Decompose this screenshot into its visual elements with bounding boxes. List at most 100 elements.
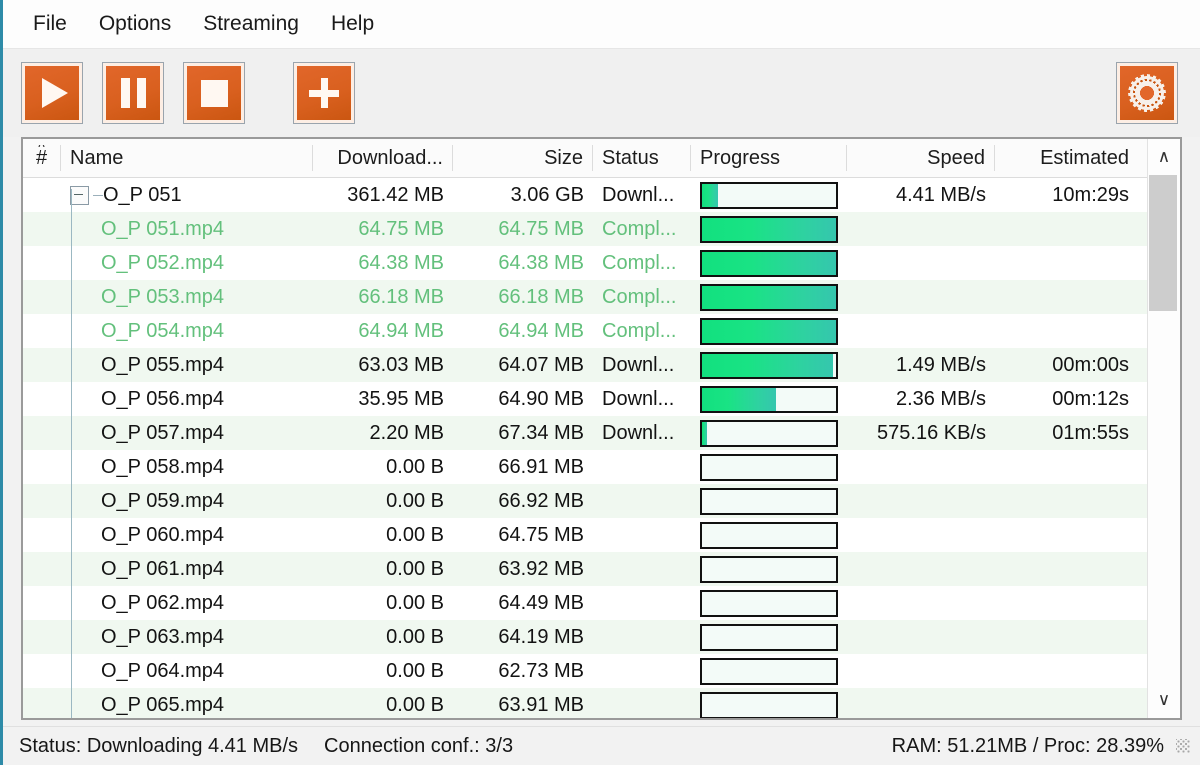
add-button[interactable] — [293, 62, 355, 124]
cell-status — [593, 484, 691, 518]
cell-speed — [847, 552, 995, 586]
menu-item-options[interactable]: Options — [83, 8, 187, 40]
cell-estimated: 10m:29s — [1052, 183, 1129, 206]
progress-bar — [700, 385, 838, 413]
cell-size: 63.92 MB — [498, 557, 584, 580]
play-icon — [42, 78, 68, 108]
scroll-down-button[interactable]: ∨ — [1148, 682, 1180, 718]
status-bar: Status: Downloading 4.41 MB/s Connection… — [3, 726, 1200, 765]
settings-button[interactable] — [1116, 62, 1178, 124]
cell-name: O_P 054.mp4 — [61, 314, 313, 348]
table-row[interactable]: O_P 063.mp4 0.00 B 64.19 MB — [23, 620, 1147, 654]
table-row[interactable]: O_P 054.mp4 64.94 MB 64.94 MB Compl... — [23, 314, 1147, 348]
cell-num — [23, 688, 61, 718]
progress-bar — [700, 351, 838, 379]
cell-downloaded: 0.00 B — [386, 693, 444, 716]
resize-grip-icon[interactable] — [1176, 739, 1190, 753]
file-name-label: O_P 056.mp4 — [101, 387, 225, 410]
cell-progress — [691, 620, 847, 654]
progress-bar-fill — [702, 353, 834, 377]
start-button[interactable] — [21, 62, 83, 124]
menu-item-streaming[interactable]: Streaming — [187, 8, 315, 40]
progress-bar-fill — [702, 183, 719, 207]
table-row[interactable]: O_P 051 361.42 MB 3.06 GB Downl... 4.41 MB/s… — [23, 178, 1147, 212]
tree-collapse-icon[interactable] — [70, 185, 89, 205]
table-row[interactable]: O_P 061.mp4 0.00 B 63.92 MB — [23, 552, 1147, 586]
gear-icon — [1130, 76, 1164, 110]
vertical-scrollbar[interactable]: ∧ ∨ — [1147, 139, 1180, 718]
scrollbar-track[interactable] — [1148, 175, 1180, 682]
scroll-up-button[interactable]: ∧ — [1148, 139, 1180, 175]
cell-size: 66.91 MB — [498, 455, 584, 478]
cell-size: 64.94 MB — [498, 319, 584, 342]
cell-name: O_P 059.mp4 — [61, 484, 313, 518]
cell-speed: 1.49 MB/s — [895, 353, 986, 376]
column-header-num[interactable]: ∧ # — [23, 145, 61, 171]
cell-downloaded: 0.00 B — [386, 523, 444, 546]
cell-progress — [691, 654, 847, 688]
cell-progress — [691, 416, 847, 450]
status-bar-right: RAM: 51.21MB / Proc: 28.39% — [892, 735, 1190, 758]
pause-button[interactable] — [102, 62, 164, 124]
progress-bar — [700, 283, 838, 311]
cell-num — [23, 416, 61, 450]
cell-speed: 2.36 MB/s — [895, 387, 986, 410]
cell-status: Compl... — [602, 319, 677, 342]
cell-status — [593, 552, 691, 586]
cell-size: 64.19 MB — [498, 625, 584, 648]
cell-name: O_P 057.mp4 — [61, 416, 313, 450]
cell-status — [593, 620, 691, 654]
file-name-label: O_P 061.mp4 — [101, 557, 225, 580]
cell-speed — [847, 518, 995, 552]
progress-bar-fill — [702, 285, 836, 309]
table-row[interactable]: O_P 056.mp4 35.95 MB 64.90 MB Downl... 2.36 … — [23, 382, 1147, 416]
cell-downloaded: 361.42 MB — [347, 183, 444, 206]
table-row[interactable]: O_P 052.mp4 64.38 MB 64.38 MB Compl... — [23, 246, 1147, 280]
column-header-status[interactable]: Status — [593, 145, 691, 171]
stop-button[interactable] — [183, 62, 245, 124]
cell-speed — [847, 246, 995, 280]
cell-estimated: 00m:12s — [1052, 387, 1129, 410]
file-name-label: O_P 065.mp4 — [101, 693, 225, 716]
menu-item-help[interactable]: Help — [315, 8, 390, 40]
file-name-label: O_P 055.mp4 — [101, 353, 225, 376]
table-row[interactable]: O_P 062.mp4 0.00 B 64.49 MB — [23, 586, 1147, 620]
scrollbar-thumb[interactable] — [1149, 175, 1177, 311]
column-header-name[interactable]: Name — [61, 145, 313, 171]
column-header-speed[interactable]: Speed — [847, 145, 995, 171]
cell-downloaded: 0.00 B — [386, 591, 444, 614]
table-row[interactable]: O_P 064.mp4 0.00 B 62.73 MB — [23, 654, 1147, 688]
cell-estimated — [995, 212, 1138, 246]
table-row[interactable]: O_P 060.mp4 0.00 B 64.75 MB — [23, 518, 1147, 552]
cell-size: 64.49 MB — [498, 591, 584, 614]
column-header-progress[interactable]: Progress — [691, 145, 847, 171]
cell-num — [23, 518, 61, 552]
table-row[interactable]: O_P 058.mp4 0.00 B 66.91 MB — [23, 450, 1147, 484]
column-header-estimated[interactable]: Estimated — [995, 145, 1138, 171]
cell-num — [23, 246, 61, 280]
cell-num — [23, 586, 61, 620]
cell-progress — [691, 246, 847, 280]
column-header-downloaded[interactable]: Download... — [313, 145, 453, 171]
table-row[interactable]: O_P 057.mp4 2.20 MB 67.34 MB Downl... 575.16… — [23, 416, 1147, 450]
table-row[interactable]: O_P 051.mp4 64.75 MB 64.75 MB Compl... — [23, 212, 1147, 246]
table-row[interactable]: O_P 053.mp4 66.18 MB 66.18 MB Compl... — [23, 280, 1147, 314]
cell-downloaded: 64.75 MB — [358, 217, 444, 240]
column-header-size[interactable]: Size — [453, 145, 593, 171]
cell-name: O_P 061.mp4 — [61, 552, 313, 586]
cell-downloaded: 35.95 MB — [358, 387, 444, 410]
cell-downloaded: 64.38 MB — [358, 251, 444, 274]
cell-status: Downl... — [602, 353, 675, 376]
table-row[interactable]: O_P 065.mp4 0.00 B 63.91 MB — [23, 688, 1147, 718]
progress-bar — [700, 453, 838, 481]
cell-progress — [691, 212, 847, 246]
table-row[interactable]: O_P 055.mp4 63.03 MB 64.07 MB Downl... 1.49 … — [23, 348, 1147, 382]
menu-item-file[interactable]: File — [17, 8, 83, 40]
cell-progress — [691, 178, 847, 212]
cell-status: Downl... — [602, 421, 675, 444]
cell-size: 64.75 MB — [498, 523, 584, 546]
cell-estimated — [995, 552, 1138, 586]
menu-bar: File Options Streaming Help — [3, 0, 1200, 49]
resource-usage-text: RAM: 51.21MB / Proc: 28.39% — [891, 734, 1164, 757]
table-row[interactable]: O_P 059.mp4 0.00 B 66.92 MB — [23, 484, 1147, 518]
